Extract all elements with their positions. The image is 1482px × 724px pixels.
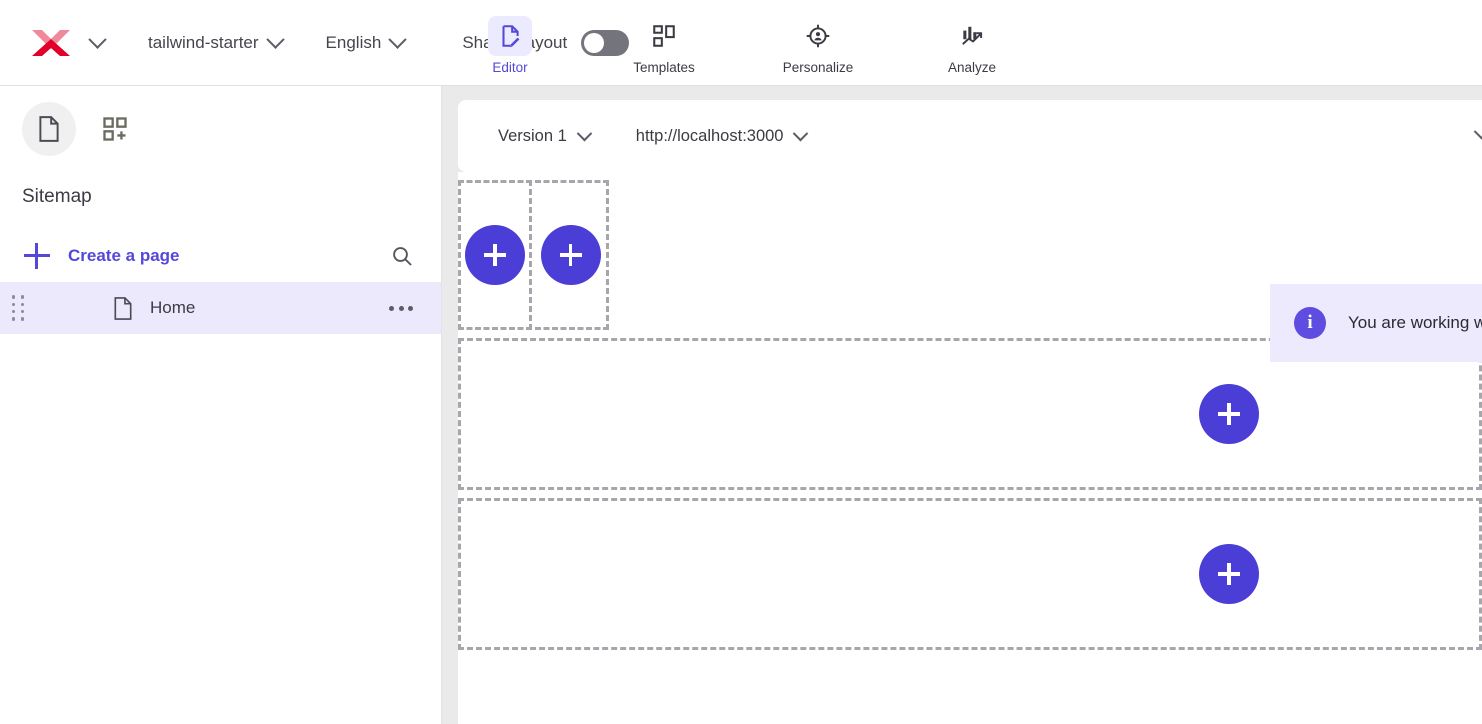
ellipsis-icon[interactable]: [381, 298, 421, 319]
sitemap-heading: Sitemap: [0, 156, 441, 208]
add-component-button[interactable]: [465, 225, 525, 285]
bar-chart-arrow-icon: [950, 16, 994, 56]
host-label: http://localhost:3000: [636, 127, 784, 146]
banner-message: You are working with a local host.: [1348, 313, 1482, 333]
host-selector[interactable]: http://localhost:3000: [630, 121, 813, 152]
page-icon: [36, 115, 62, 143]
plus-icon: [1218, 563, 1240, 585]
logo-dropdown-button[interactable]: [80, 26, 114, 60]
local-host-banner: i You are working with a local host. Cha…: [1270, 284, 1482, 362]
version-label: Version 1: [498, 127, 567, 146]
placeholder-col-2[interactable]: [535, 180, 609, 330]
sidebar-tab-components[interactable]: [88, 102, 142, 156]
sidebar-tab-pages[interactable]: [22, 102, 76, 156]
language-selector[interactable]: English: [318, 27, 413, 59]
nav-item-analyze[interactable]: Analyze: [924, 10, 1020, 75]
chevron-down-icon: [577, 125, 593, 141]
search-icon: [390, 244, 414, 268]
search-button[interactable]: [385, 239, 419, 273]
page-canvas: [458, 172, 1482, 724]
add-component-button[interactable]: [1199, 384, 1259, 444]
main-body: Sitemap Create a page: [0, 86, 1482, 724]
components-add-icon: [101, 115, 129, 143]
chevron-down-icon: [389, 30, 407, 48]
site-selector[interactable]: tailwind-starter: [140, 27, 290, 59]
top-bar: tailwind-starter English Shared layout: [0, 0, 1482, 86]
chevron-down-icon: [266, 30, 284, 48]
nav-label-analyze: Analyze: [948, 60, 996, 75]
plus-icon[interactable]: [24, 243, 50, 269]
nav-item-editor[interactable]: Editor: [462, 10, 558, 75]
sitemap-item-home[interactable]: Home: [0, 282, 441, 334]
document-edit-icon: [488, 16, 532, 56]
canvas-toolbar: Version 1 http://localhost:3000: [458, 100, 1482, 172]
nav-label-templates: Templates: [633, 60, 695, 75]
site-name-label: tailwind-starter: [148, 33, 259, 53]
chevron-down-icon: [1474, 124, 1482, 140]
plus-icon: [560, 244, 582, 266]
chevron-down-icon: [793, 125, 809, 141]
grid-blocks-icon: [642, 16, 686, 56]
nav-item-templates[interactable]: Templates: [616, 10, 712, 75]
add-component-button[interactable]: [541, 225, 601, 285]
create-page-row: Create a page: [0, 230, 441, 282]
placeholder-col-1[interactable]: [458, 180, 532, 330]
nav-item-personalize[interactable]: Personalize: [770, 10, 866, 75]
plus-icon: [484, 244, 506, 266]
pages-editor-app: tailwind-starter English Shared layout: [0, 0, 1482, 724]
sitecore-logo: [22, 0, 80, 86]
sitemap-item-label: Home: [150, 298, 195, 318]
version-selector[interactable]: Version 1: [492, 121, 596, 152]
language-label: English: [326, 33, 382, 53]
canvas-area: Version 1 http://localhost:3000: [442, 86, 1482, 724]
chevron-down-icon: [88, 30, 106, 48]
nav-label-personalize: Personalize: [783, 60, 854, 75]
page-icon: [112, 296, 134, 321]
add-component-button[interactable]: [1199, 544, 1259, 604]
drag-handle-icon[interactable]: [12, 295, 34, 321]
info-icon: i: [1294, 307, 1326, 339]
nav-label-editor: Editor: [492, 60, 527, 75]
toolbar-overflow-chevron-icon[interactable]: [1476, 127, 1482, 145]
placeholder-row-2[interactable]: [458, 498, 1482, 650]
create-page-button[interactable]: Create a page: [68, 246, 180, 266]
top-navigation: Editor Templates: [462, 0, 1020, 85]
left-sidebar: Sitemap Create a page: [0, 86, 442, 724]
sitecore-logo-icon: [28, 26, 74, 60]
target-person-icon: [796, 16, 840, 56]
sidebar-tab-strip: [0, 86, 441, 156]
plus-icon: [1218, 403, 1240, 425]
